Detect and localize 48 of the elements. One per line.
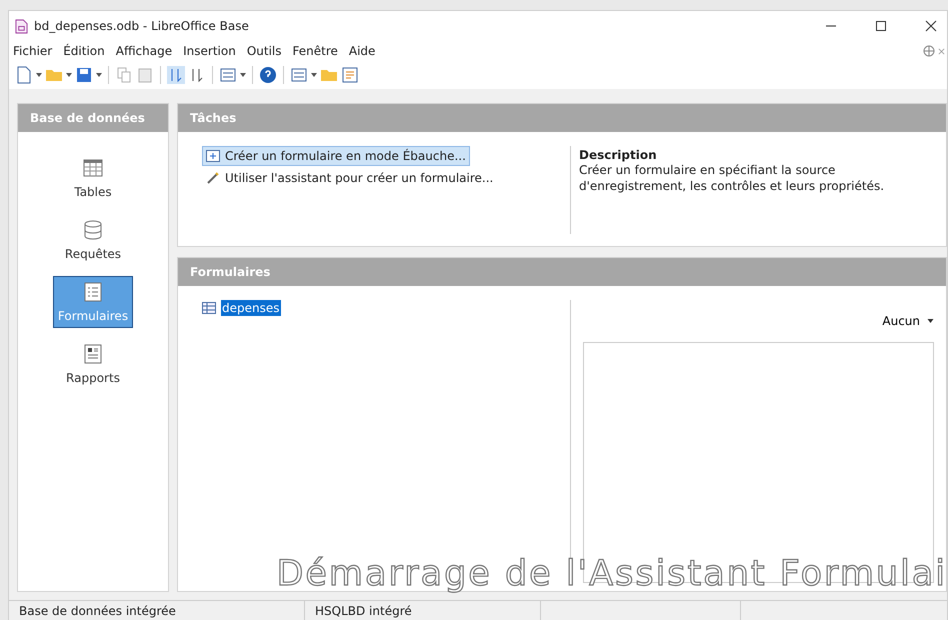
save-icon[interactable] xyxy=(75,66,93,84)
form-plus-icon xyxy=(206,150,220,162)
task-item[interactable]: Créer un formulaire en mode Ébauche... xyxy=(202,146,470,166)
form-icon[interactable] xyxy=(219,66,237,84)
new-document-icon[interactable] xyxy=(15,66,33,84)
form-icon xyxy=(82,281,104,303)
description-title: Description xyxy=(579,148,658,162)
caret-icon[interactable] xyxy=(240,73,246,77)
form-icon xyxy=(202,302,216,314)
wand-icon xyxy=(206,172,220,184)
menu-item[interactable]: Édition xyxy=(63,44,105,58)
maximize-icon[interactable] xyxy=(875,20,887,32)
task-item[interactable]: Utiliser l'assistant pour créer un formulaire... xyxy=(202,168,498,188)
sort-ascending-icon[interactable] xyxy=(167,66,185,84)
caret-icon[interactable] xyxy=(96,73,102,77)
globe-icon[interactable] xyxy=(923,45,935,57)
status-text: Base de données intégrée xyxy=(9,601,305,620)
caret-icon xyxy=(927,319,934,323)
report-icon xyxy=(82,343,104,365)
database-icon xyxy=(82,219,104,241)
panel-header: Formulaires xyxy=(178,258,946,286)
caret-icon[interactable] xyxy=(66,73,72,77)
menu-item[interactable]: Affichage xyxy=(116,44,172,58)
form-item[interactable]: depenses xyxy=(202,300,570,316)
help-icon[interactable] xyxy=(259,66,277,84)
table-icon xyxy=(82,157,104,179)
panel-header: Tâches xyxy=(178,104,946,132)
menu-item[interactable]: Fichier xyxy=(13,44,52,58)
document-icon xyxy=(15,18,28,34)
window-title: bd_depenses.odb - LibreOffice Base xyxy=(34,19,249,33)
sidebar-item[interactable]: Rapports xyxy=(53,338,133,390)
description-text: Créer un formulaire en spécifiant la source d'enregistrement, les contrôles et leurs propriétés. xyxy=(579,162,886,194)
report-icon[interactable] xyxy=(341,66,359,84)
sidebar-item[interactable]: Requêtes xyxy=(53,214,133,266)
caret-icon[interactable] xyxy=(36,73,42,77)
caret-icon[interactable] xyxy=(311,73,317,77)
menu-item[interactable]: Outils xyxy=(246,44,282,58)
close-icon[interactable] xyxy=(925,20,937,32)
menu-item[interactable]: Aide xyxy=(348,44,376,58)
caption-overlay: Démarrage de l'Assistant Formulai xyxy=(276,554,947,594)
sidebar-item[interactable]: Tables xyxy=(53,152,133,204)
form-name[interactable]: depenses xyxy=(221,300,280,316)
form-icon[interactable] xyxy=(290,66,308,84)
menu-item[interactable]: Insertion xyxy=(183,44,236,58)
preview-dropdown[interactable]: Aucun xyxy=(882,312,934,330)
status-text: HSQLBD intégré xyxy=(305,601,541,620)
menu-item[interactable]: Fenêtre xyxy=(292,44,338,58)
panel-header: Base de données xyxy=(18,104,168,132)
